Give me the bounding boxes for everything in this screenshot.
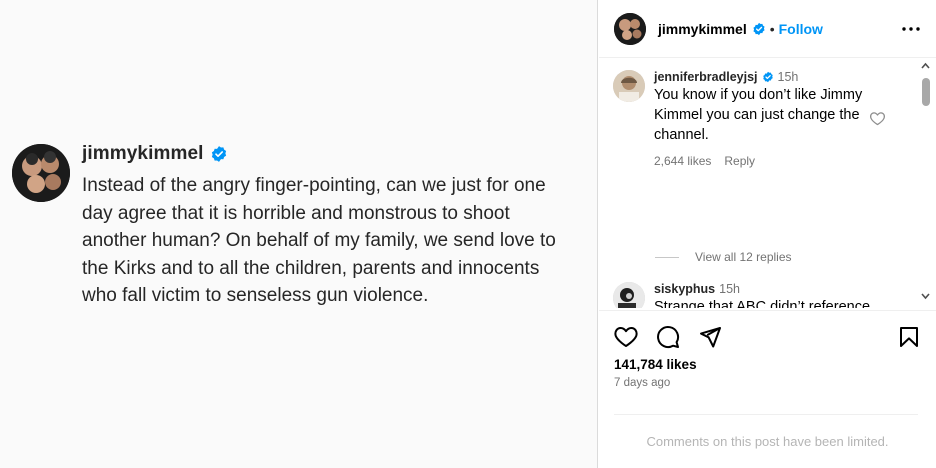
comment-avatar[interactable] — [613, 70, 645, 102]
comment-text: You know if you don’t like Jimmy Kimmel … — [654, 87, 863, 143]
side-panel: jimmykimmel • Follow jenniferbradleyjsj … — [599, 0, 936, 468]
header-username[interactable]: jimmykimmel — [658, 21, 747, 37]
header-avatar[interactable] — [614, 12, 646, 45]
comment-time[interactable]: 15h — [719, 282, 740, 296]
action-bar — [599, 310, 936, 362]
view-replies-label: View all 12 replies — [695, 250, 792, 264]
verified-icon — [210, 145, 228, 163]
scrollbar-thumb[interactable] — [922, 78, 930, 106]
comment-heart-icon[interactable] — [869, 110, 887, 128]
post-media[interactable]: jimmykimmel Instead of the angry finger-… — [0, 0, 598, 468]
likes-count[interactable]: 141,784 likes — [614, 357, 697, 372]
comment-time[interactable]: 15h — [778, 70, 799, 84]
comment-avatar[interactable] — [613, 282, 645, 308]
verified-icon — [762, 71, 774, 83]
card-header: jimmykimmel — [82, 140, 228, 168]
comments-list[interactable]: jenniferbradleyjsj 15h You know if you d… — [599, 58, 936, 308]
scroll-up-icon[interactable] — [921, 62, 930, 70]
comment-text: Strange that ABC didn’t reference this p… — [654, 299, 871, 308]
comment-item: jenniferbradleyjsj 15h You know if you d… — [613, 70, 909, 168]
comment-username[interactable]: jenniferbradleyjsj — [654, 70, 758, 84]
card-avatar — [12, 144, 70, 202]
verified-icon — [752, 22, 766, 36]
comment-likes[interactable]: 2,644 likes — [654, 154, 711, 168]
view-replies-button[interactable]: View all 12 replies — [655, 250, 792, 264]
comment-username[interactable]: siskyphus — [654, 282, 715, 296]
heart-icon[interactable] — [614, 325, 638, 349]
reply-button[interactable]: Reply — [724, 154, 755, 168]
comment-item: siskyphus 15h Strange that ABC didn’t re… — [613, 282, 909, 308]
more-icon[interactable] — [900, 18, 922, 40]
scroll-down-icon[interactable] — [921, 292, 930, 300]
share-icon[interactable] — [698, 325, 722, 349]
post-caption-text: Instead of the angry finger-pointing, ca… — [82, 175, 556, 306]
footer-divider — [614, 414, 918, 415]
bookmark-icon[interactable] — [897, 325, 921, 349]
panel-header: jimmykimmel • Follow — [599, 0, 936, 58]
card-username: jimmykimmel — [82, 143, 204, 164]
header-separator: • — [769, 20, 775, 37]
follow-button[interactable]: Follow — [779, 21, 823, 37]
post-timestamp[interactable]: 7 days ago — [614, 377, 670, 389]
comments-limited-notice: Comments on this post have been limited. — [646, 434, 889, 449]
comment-icon[interactable] — [656, 325, 680, 349]
comments-scrollbar[interactable] — [920, 62, 931, 300]
replies-divider — [655, 256, 679, 258]
instagram-post-view: jimmykimmel Instead of the angry finger-… — [0, 0, 936, 468]
